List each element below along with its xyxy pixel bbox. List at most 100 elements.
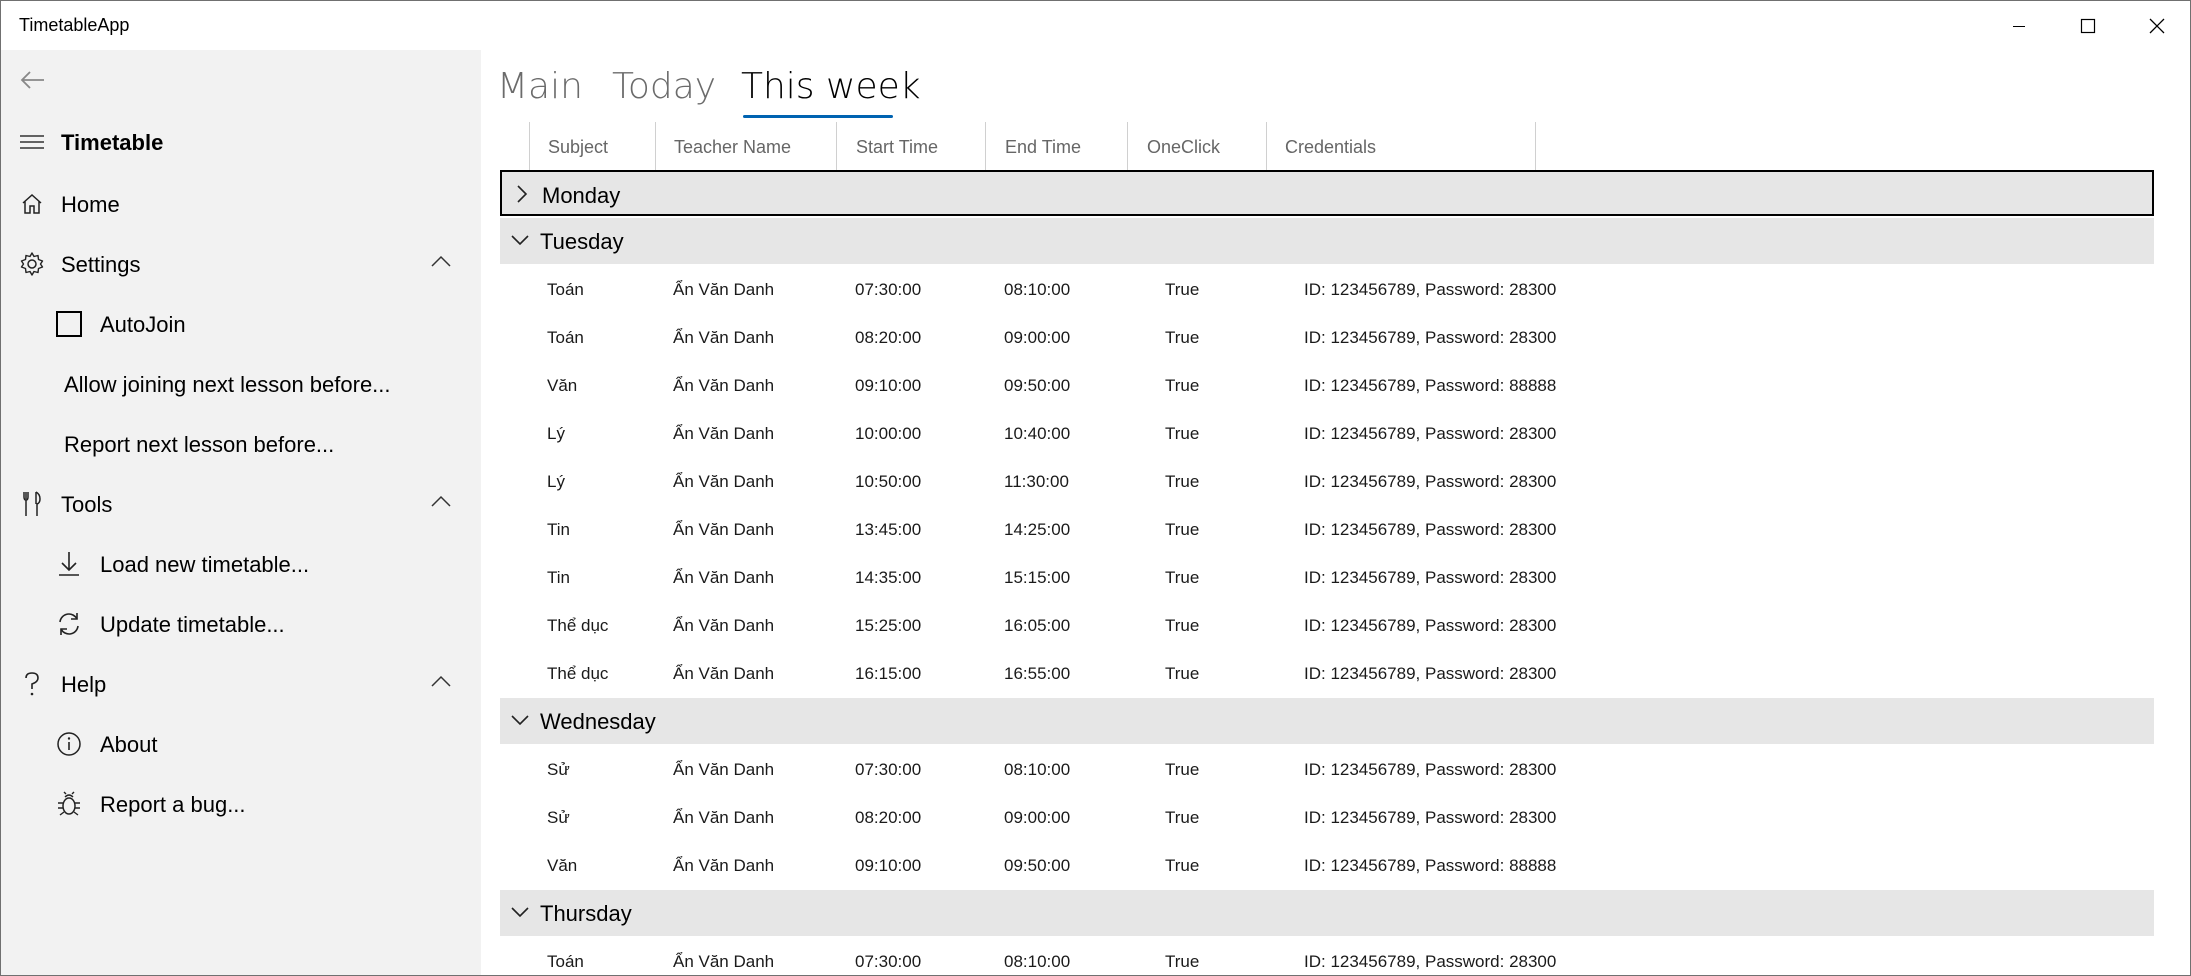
nav-item-about[interactable]: About	[1, 713, 481, 773]
column-separator[interactable]	[836, 122, 837, 172]
cell-oneclick: True	[1165, 952, 1200, 971]
nav-item-report-bug[interactable]: Report a bug...	[1, 773, 481, 833]
group-header-tuesday[interactable]: Tuesday	[500, 218, 2154, 264]
cell-teacher: Ẩn Văn Danh	[673, 760, 775, 779]
cell-subject: Sử	[547, 808, 570, 827]
cell-subject: Tin	[547, 568, 570, 587]
back-button[interactable]	[1, 50, 481, 110]
group-header-thursday[interactable]: Thursday	[500, 890, 2154, 936]
column-separator[interactable]	[1266, 122, 1267, 172]
table-row[interactable]: Văn Ẩn Văn Danh 09:10:00 09:50:00 True ID: 12…	[500, 362, 2154, 410]
column-header-teacher[interactable]: Teacher Name	[674, 122, 791, 172]
cell-teacher: Ẩn Văn Danh	[673, 280, 775, 299]
table-row[interactable]: Lý Ẩn Văn Danh 10:50:00 11:30:00 True ID: 123…	[500, 458, 2154, 506]
cell-subject: Tin	[547, 520, 570, 539]
app-window: TimetableApp Timetable Home Settings Aut…	[0, 0, 2191, 976]
cell-subject: Sử	[547, 760, 570, 779]
cell-credentials: ID: 123456789, Password: 28300	[1304, 328, 1557, 347]
column-header-start-time[interactable]: Start Time	[856, 122, 938, 172]
nav-item-settings-label: Settings	[61, 252, 141, 277]
chevron-up-icon[interactable]	[431, 675, 451, 687]
column-header-subject[interactable]: Subject	[548, 122, 608, 172]
column-separator[interactable]	[985, 122, 986, 172]
table-row[interactable]: Sử Ẩn Văn Danh 07:30:00 08:10:00 True ID: 123…	[500, 746, 2154, 794]
column-separator[interactable]	[1535, 122, 1536, 172]
cell-subject: Lý	[547, 424, 565, 443]
nav-item-load-timetable[interactable]: Load new timetable...	[1, 533, 481, 593]
refresh-icon	[56, 611, 82, 637]
cell-end: 15:15:00	[1004, 568, 1071, 587]
report-bug-label: Report a bug...	[100, 792, 246, 817]
table-row[interactable]: Tin Ẩn Văn Danh 14:35:00 15:15:00 True ID: 12…	[500, 554, 2154, 602]
nav-item-autojoin[interactable]: AutoJoin	[1, 293, 481, 353]
cell-end: 08:10:00	[1004, 760, 1071, 779]
nav-item-allow-joining[interactable]: Allow joining next lesson before...	[1, 353, 481, 413]
cell-oneclick: True	[1165, 808, 1200, 827]
table-row[interactable]: Lý Ẩn Văn Danh 10:00:00 10:40:00 True ID: 123…	[500, 410, 2154, 458]
cell-teacher: Ẩn Văn Danh	[673, 376, 775, 395]
gear-icon	[19, 251, 45, 277]
cell-teacher: Ẩn Văn Danh	[673, 952, 775, 971]
group-header-monday[interactable]: Monday	[500, 170, 2154, 216]
table-row[interactable]: Toán Ẩn Văn Danh 08:20:00 09:00:00 True ID: 1…	[500, 314, 2154, 362]
nav-item-tools[interactable]: Tools	[1, 473, 481, 533]
chevron-right-icon[interactable]	[512, 184, 532, 204]
nav-item-help[interactable]: Help	[1, 653, 481, 713]
group-day-label: Wednesday	[540, 709, 656, 734]
minimize-button[interactable]	[1984, 1, 2053, 50]
info-icon	[56, 731, 82, 757]
selected-tab-indicator	[743, 115, 893, 118]
group-day-label: Monday	[542, 183, 621, 208]
chevron-up-icon[interactable]	[431, 255, 451, 267]
table-row[interactable]: Tin Ẩn Văn Danh 13:45:00 14:25:00 True ID: 12…	[500, 506, 2154, 554]
chevron-down-icon[interactable]	[510, 710, 530, 730]
maximize-button[interactable]	[2053, 1, 2122, 50]
checkbox-autojoin[interactable]	[56, 311, 82, 337]
nav-item-home-label: Home	[61, 192, 120, 217]
table-row[interactable]: Thể dục Ẩn Văn Danh 15:25:00 16:05:00 True ID…	[500, 602, 2154, 650]
close-button[interactable]	[2122, 1, 2190, 50]
cell-start: 07:30:00	[855, 952, 922, 971]
navigation-pane: Timetable Home Settings AutoJoin Allow j…	[1, 50, 481, 975]
table-row[interactable]: Toán Ẩn Văn Danh 07:30:00 08:10:00 True ID: 1…	[500, 938, 2154, 975]
group-header-wednesday[interactable]: Wednesday	[500, 698, 2154, 744]
nav-item-update-timetable[interactable]: Update timetable...	[1, 593, 481, 653]
chevron-down-icon[interactable]	[510, 230, 530, 250]
cell-oneclick: True	[1165, 424, 1200, 443]
chevron-down-icon[interactable]	[510, 902, 530, 922]
cell-credentials: ID: 123456789, Password: 28300	[1304, 760, 1557, 779]
table-row[interactable]: Văn Ẩn Văn Danh 09:10:00 09:50:00 True ID: 12…	[500, 842, 2154, 890]
tab-main[interactable]: Main	[497, 66, 583, 107]
column-header-oneclick[interactable]: OneClick	[1147, 122, 1220, 172]
column-separator[interactable]	[1127, 122, 1128, 172]
nav-item-settings[interactable]: Settings	[1, 233, 481, 293]
tab-today[interactable]: Today	[612, 66, 716, 107]
column-separator[interactable]	[529, 122, 530, 172]
table-row[interactable]: Thể dục Ẩn Văn Danh 16:15:00 16:55:00 True ID…	[500, 650, 2154, 698]
table-row[interactable]: Toán Ẩn Văn Danh 07:30:00 08:10:00 True ID: 1…	[500, 266, 2154, 314]
cell-oneclick: True	[1165, 760, 1200, 779]
cell-credentials: ID: 123456789, Password: 28300	[1304, 280, 1557, 299]
column-separator[interactable]	[655, 122, 656, 172]
nav-item-report-next[interactable]: Report next lesson before...	[1, 413, 481, 473]
nav-item-help-label: Help	[61, 672, 107, 697]
autojoin-label: AutoJoin	[100, 312, 186, 337]
table-row[interactable]: Sử Ẩn Văn Danh 08:20:00 09:00:00 True ID: 123…	[500, 794, 2154, 842]
column-header-credentials[interactable]: Credentials	[1285, 122, 1376, 172]
home-icon	[19, 191, 45, 217]
cell-oneclick: True	[1165, 856, 1200, 875]
hamburger-menu-button[interactable]: Timetable	[1, 111, 481, 171]
nav-item-home[interactable]: Home	[1, 173, 481, 233]
cell-start: 10:00:00	[855, 424, 922, 443]
cell-oneclick: True	[1165, 472, 1200, 491]
cell-start: 15:25:00	[855, 616, 922, 635]
column-header-end-time[interactable]: End Time	[1005, 122, 1081, 172]
cell-subject: Toán	[547, 952, 584, 971]
pane-title: Timetable	[61, 130, 164, 155]
cell-subject: Toán	[547, 328, 584, 347]
cell-end: 14:25:00	[1004, 520, 1071, 539]
tab-this-week[interactable]: This week	[741, 66, 921, 107]
cell-end: 10:40:00	[1004, 424, 1071, 443]
chevron-up-icon[interactable]	[431, 495, 451, 507]
minimize-icon	[2012, 25, 2025, 27]
